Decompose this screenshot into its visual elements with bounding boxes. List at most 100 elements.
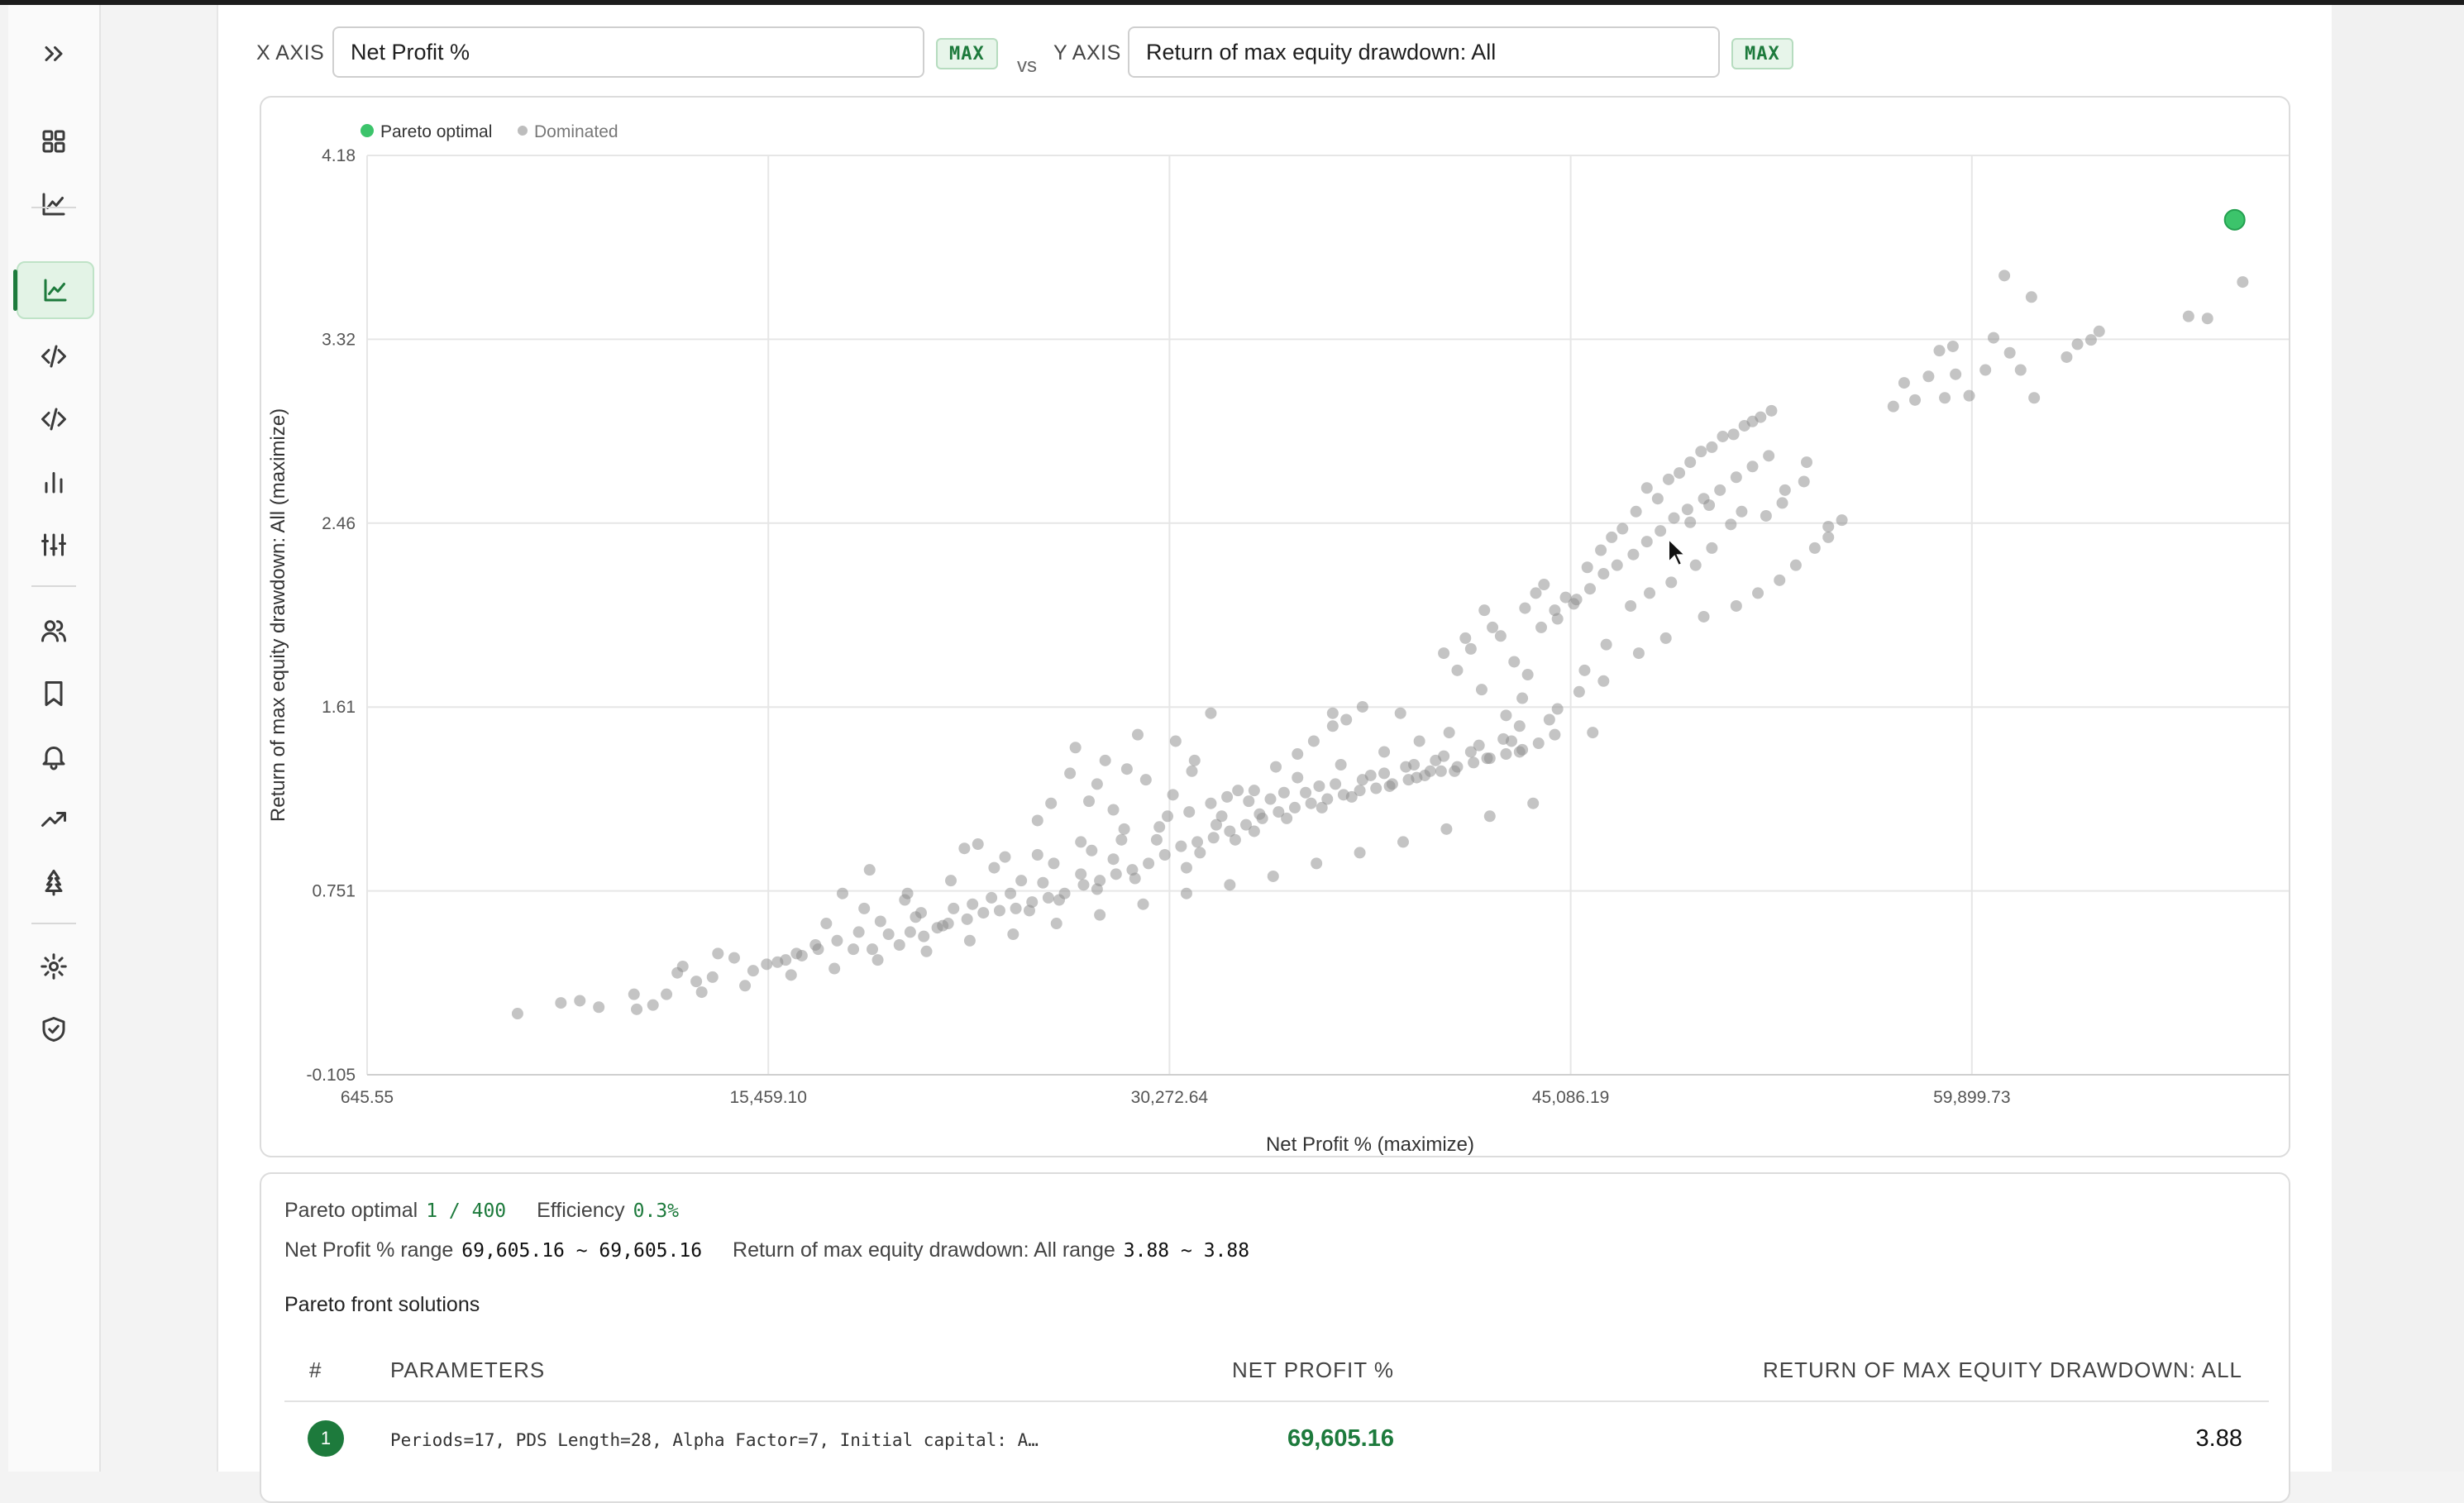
- dominated-point: [1075, 836, 1087, 848]
- nav-alerts[interactable]: [17, 729, 91, 784]
- dominated-point: [1505, 735, 1517, 747]
- dominated-point: [2084, 334, 2097, 346]
- dominated-point: [1288, 801, 1301, 814]
- dominated-point: [1717, 430, 1729, 442]
- dominated-point: [771, 956, 784, 968]
- y-tick-label: 0.751: [312, 882, 356, 901]
- dominated-point: [1706, 441, 1718, 453]
- dominated-point: [1232, 785, 1244, 797]
- dominated-point: [1042, 891, 1054, 904]
- dominated-point: [972, 838, 984, 851]
- dominated-point: [1597, 675, 1610, 687]
- dominated-point: [1730, 471, 1742, 484]
- users-icon: [41, 620, 66, 642]
- dominated-point: [1516, 692, 1529, 704]
- nav-trending[interactable]: [17, 792, 91, 847]
- nav-users[interactable]: [17, 604, 91, 658]
- dominated-point: [836, 887, 848, 899]
- y-axis-max-badge[interactable]: MAX: [1731, 38, 1793, 69]
- optimization-chart-icon: [44, 279, 67, 302]
- x-axis-select[interactable]: Net Profit %: [332, 26, 924, 78]
- table-header-divider: [284, 1400, 2269, 1402]
- x-axis-max-badge[interactable]: MAX: [936, 38, 998, 69]
- dominated-point: [1153, 821, 1166, 833]
- dominated-point: [1137, 898, 1149, 910]
- dominated-point: [628, 988, 640, 1000]
- col-header-index: #: [309, 1357, 322, 1382]
- dominated-point: [828, 962, 841, 975]
- nav-bookmarks[interactable]: [17, 666, 91, 721]
- nav-code[interactable]: [17, 329, 91, 384]
- shield-check-icon: [42, 1017, 65, 1042]
- dominated-point: [1765, 404, 1778, 417]
- pareto-count-label: Pareto optimal: [284, 1199, 418, 1222]
- dominated-point: [1573, 685, 1585, 698]
- dominated-point: [948, 902, 960, 914]
- settings-icon: [41, 953, 67, 980]
- nav-security[interactable]: [17, 1002, 91, 1057]
- expand-sidebar-button[interactable]: [17, 26, 91, 81]
- dominated-point: [967, 898, 979, 910]
- nav-code-alt[interactable]: [17, 392, 91, 446]
- dominated-point: [695, 986, 708, 999]
- nav-optimization-chart[interactable]: [13, 261, 94, 319]
- dominated-point: [1998, 270, 2011, 282]
- dominated-point: [1922, 370, 1935, 383]
- legend-label-pareto: Pareto optimal: [380, 122, 492, 141]
- dominated-point: [1191, 836, 1204, 848]
- dominated-point: [1703, 499, 1716, 512]
- dominated-point: [1180, 887, 1192, 899]
- pareto-scatter-chart[interactable]: 645.55 15,459.10 30,272.64 45,086.19 59,899.…: [261, 98, 2289, 1156]
- dominated-point: [1808, 542, 1821, 554]
- y-axis-select[interactable]: Return of max equity drawdown: All: [1128, 26, 1720, 78]
- dominated-point: [1031, 849, 1043, 861]
- dominated-point: [1483, 810, 1496, 823]
- nav-line-chart[interactable]: [17, 177, 91, 231]
- dominated-point: [1188, 754, 1201, 766]
- y-tick-label: -0.105: [306, 1066, 356, 1085]
- nav-sliders[interactable]: [17, 518, 91, 572]
- nav-tree[interactable]: [17, 855, 91, 909]
- col-header-parameters: PARAMETERS: [390, 1357, 546, 1382]
- dominated-point: [1763, 450, 1775, 462]
- dominated-point: [1500, 709, 1512, 722]
- dominated-point: [1668, 512, 1680, 524]
- dominated-point: [1909, 394, 1922, 406]
- dominated-point: [852, 926, 865, 938]
- dominated-point: [1186, 765, 1198, 777]
- sidebar-divider: [31, 207, 76, 208]
- dominated-point: [1335, 759, 1347, 771]
- pareto-chart-card: 645.55 15,459.10 30,272.64 45,086.19 59,899.…: [260, 96, 2290, 1157]
- dominated-point: [1630, 505, 1642, 518]
- dominated-point: [1120, 763, 1133, 775]
- dominated-point: [1475, 684, 1487, 696]
- range-stats-row: Net Profit % range 69,605.16 ~ 69,605.16 …: [284, 1238, 1249, 1262]
- x-range-label: Net Profit % range: [284, 1238, 454, 1262]
- dominated-point: [1440, 823, 1453, 835]
- dominated-point: [1413, 735, 1425, 747]
- dominated-point: [1086, 844, 1098, 856]
- y-tick-label: 1.61: [322, 698, 356, 717]
- x-tick-label: 645.55: [341, 1088, 394, 1107]
- dominated-point: [910, 911, 922, 923]
- sidebar-divider: [31, 923, 76, 924]
- dominated-point: [1129, 872, 1141, 885]
- vs-label: vs: [1017, 55, 1037, 77]
- nav-settings[interactable]: [17, 939, 91, 994]
- dominated-point: [1305, 797, 1317, 809]
- dominated-point: [2003, 346, 2016, 359]
- pareto-stats-row: Pareto optimal 1 / 400 Efficiency 0.3%: [284, 1199, 679, 1223]
- dominated-point: [1356, 774, 1368, 786]
- dominated-point: [1316, 801, 1328, 814]
- dominated-point: [1640, 482, 1653, 494]
- dominated-point: [1644, 587, 1656, 599]
- col-header-net-profit: NET PROFIT %: [1232, 1357, 1394, 1382]
- dominated-point: [631, 1003, 643, 1015]
- dominated-point: [1519, 602, 1531, 614]
- nav-bar-chart[interactable]: [17, 455, 91, 509]
- dominated-point: [1464, 642, 1477, 655]
- nav-dashboard[interactable]: [17, 114, 91, 169]
- dominated-point: [1139, 774, 1152, 786]
- dominated-point: [1370, 782, 1382, 794]
- dominated-point: [1600, 638, 1612, 651]
